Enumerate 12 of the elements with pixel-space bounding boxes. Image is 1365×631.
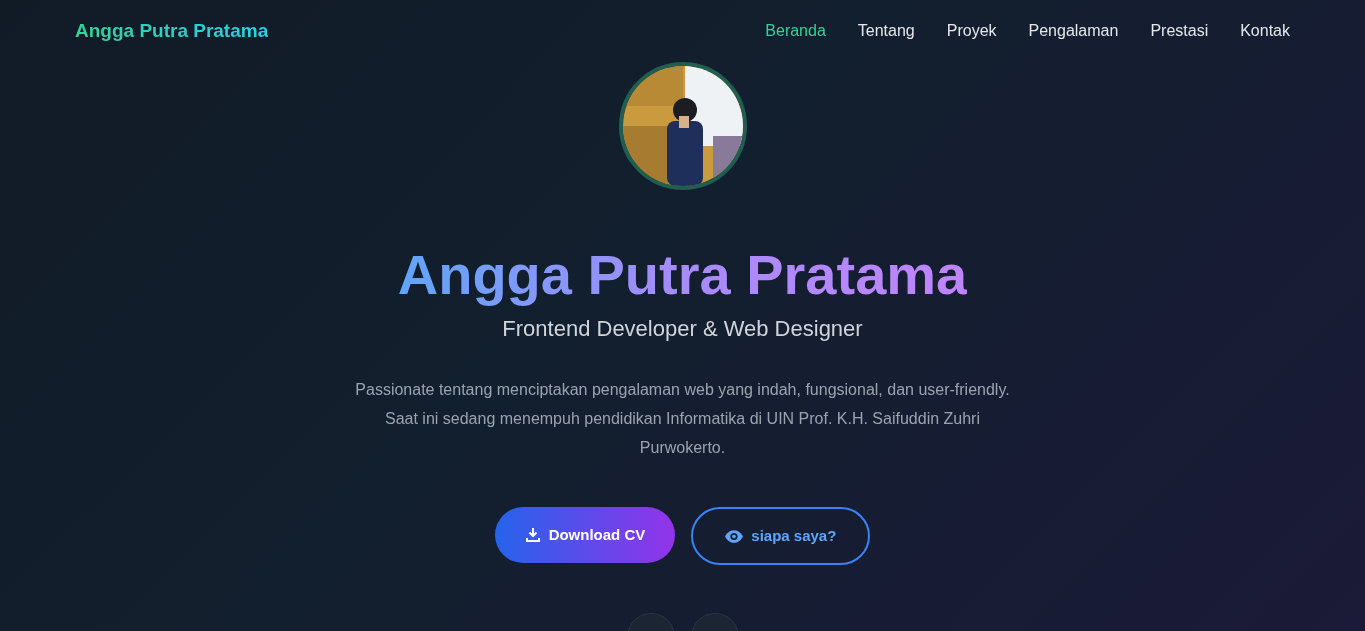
nav-link[interactable]: Proyek (946, 19, 997, 43)
nav-link[interactable]: Kontak (1240, 19, 1290, 43)
nav-link[interactable]: Prestasi (1150, 19, 1209, 43)
download-icon (524, 527, 541, 543)
nav-link[interactable]: Tentang (857, 19, 915, 43)
hero-subtitle: Frontend Developer & Web Designer (502, 315, 863, 343)
hero-description: Passionate tentang menciptakan pengalaman web yang indah, fungsional, dan user-friendly. Saat ini sedang menempuh pendidikan Informatika di UIN Prof. K.H. Saifuddin Zuhri Purwokerto. (354, 380, 1011, 458)
download-button[interactable]: Download CV (494, 507, 676, 563)
eye-icon (725, 529, 744, 543)
nav-link[interactable]: Beranda (765, 19, 826, 43)
about-button[interactable]: siapa saya? (691, 507, 871, 565)
nav-link[interactable]: Pengalaman (1028, 19, 1119, 43)
